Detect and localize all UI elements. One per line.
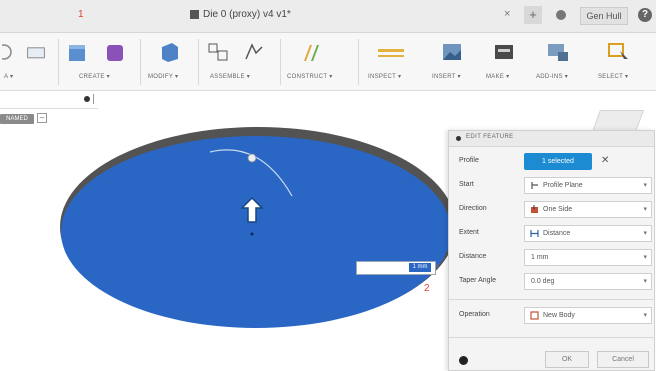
help-icon[interactable]: ? <box>638 8 652 22</box>
toolbar-label-modify: MODIFY ▾ <box>148 74 179 80</box>
chevron-down-icon: ▾ <box>643 230 647 237</box>
taper-angle-field[interactable]: 0.0 deg ▾ <box>524 273 652 290</box>
panel-bullet-icon <box>456 136 461 141</box>
operation-row: Operation New Body ▾ <box>449 305 654 327</box>
toolbar-label-make: MAKE ▾ <box>486 74 510 80</box>
direction-label: Direction <box>459 205 487 212</box>
assemble-icon <box>208 43 228 61</box>
operation-label: Operation <box>459 311 490 318</box>
distance-canvas-value[interactable]: 1 mm <box>409 263 431 272</box>
modify-icon <box>162 43 178 62</box>
insert-image-icon <box>443 44 461 60</box>
panel-header[interactable]: EDIT FEATURE <box>449 131 654 147</box>
chevron-down-icon: ▾ <box>643 182 647 189</box>
browser-header[interactable] <box>0 91 98 109</box>
document-title: Die 0 (proxy) v4 v1* <box>203 9 291 20</box>
direction-select[interactable]: One Side ▾ <box>524 201 652 218</box>
document-tab[interactable]: Die 0 (proxy) v4 v1* <box>190 9 291 20</box>
online-status-icon[interactable] <box>556 10 566 20</box>
form-icon <box>107 45 123 61</box>
chevron-down-icon: ▾ <box>643 206 647 213</box>
one-side-icon <box>531 205 538 213</box>
ok-button[interactable]: OK <box>545 351 589 368</box>
distance-field[interactable]: 1 mm ▾ <box>524 249 652 266</box>
user-account-button[interactable]: Gen Hull <box>580 7 628 25</box>
annotation-1: 1 <box>78 9 84 20</box>
taper-angle-value[interactable]: 0.0 deg <box>531 278 554 285</box>
rotation-handle[interactable] <box>247 153 257 163</box>
distance-dropdown-icon[interactable]: ▾ <box>436 262 444 272</box>
create-box-icon <box>69 45 85 61</box>
toolbar-label-add-ins: ADD-INS ▾ <box>536 74 569 80</box>
chevron-down-icon: ▾ <box>643 312 647 319</box>
toolbar-label-select: SELECT ▾ <box>598 74 629 80</box>
start-value: Profile Plane <box>543 182 583 189</box>
clear-selection-icon[interactable]: ✕ <box>601 155 609 166</box>
toolbar-label-construct: CONSTRUCT ▾ <box>287 74 333 80</box>
start-select[interactable]: Profile Plane ▾ <box>524 177 652 194</box>
distance-icon <box>530 230 539 237</box>
joint-icon <box>245 43 263 60</box>
chevron-down-icon[interactable]: ▾ <box>643 277 647 285</box>
cancel-button[interactable]: Cancel <box>597 351 649 368</box>
panel-divider <box>449 299 654 300</box>
panel-divider <box>449 337 654 338</box>
viewcube-top-face[interactable] <box>591 110 645 132</box>
operation-select[interactable]: New Body ▾ <box>524 307 652 324</box>
extent-select[interactable]: Distance ▾ <box>524 225 652 242</box>
visibility-icon[interactable] <box>84 96 90 102</box>
start-label: Start <box>459 181 474 188</box>
direction-row: Direction One Side ▾ <box>449 199 654 221</box>
profile-select-button[interactable]: 1 selected <box>524 153 592 170</box>
toolbar-divider <box>280 39 281 85</box>
profile-row: Profile 1 selected ✕ <box>449 151 654 173</box>
inspect-icon <box>378 49 404 57</box>
operation-value: New Body <box>543 312 575 319</box>
extent-label: Extent <box>459 229 479 236</box>
toolbar: A ▾ CREATE ▾ MODIFY ▾ ASSEMBLE ▾ CONSTRU… <box>0 33 656 91</box>
profile-origin <box>250 232 254 236</box>
distance-label: Distance <box>459 253 487 260</box>
panel-title: EDIT FEATURE <box>466 134 514 140</box>
taper-angle-row: Taper Angle 0.0 deg ▾ <box>449 271 654 293</box>
new-tab-button[interactable]: + <box>524 6 542 24</box>
toolbar-divider <box>358 39 359 85</box>
viewcube[interactable] <box>591 106 645 132</box>
profile-label: Profile <box>459 157 479 164</box>
info-icon[interactable] <box>459 356 468 365</box>
document-icon <box>190 10 199 19</box>
taper-angle-label: Taper Angle <box>459 277 496 284</box>
toolbar-label-inspect: INSPECT ▾ <box>368 74 402 80</box>
start-row: Start Profile Plane ▾ <box>449 175 654 197</box>
solid-icon <box>2 44 12 60</box>
toolbar-label-assemble: ASSEMBLE ▾ <box>210 74 251 80</box>
distance-row: Distance 1 mm ▾ <box>449 247 654 269</box>
distance-value[interactable]: 1 mm <box>531 254 549 261</box>
extrude-panel: EDIT FEATURE Profile 1 selected ✕ Start … <box>448 130 655 371</box>
construct-plane-icon <box>304 45 319 61</box>
annotation-2: 2 <box>424 283 430 294</box>
toolbar-divider <box>58 39 59 85</box>
direction-value: One Side <box>543 206 573 213</box>
sketch-icon <box>27 47 45 59</box>
select-icon <box>608 43 628 59</box>
toolbar-label-insert: INSERT ▾ <box>432 74 461 80</box>
extent-value: Distance <box>543 230 571 237</box>
divider <box>93 94 94 104</box>
close-tab-button[interactable]: × <box>504 8 510 20</box>
new-body-icon <box>530 311 539 320</box>
chevron-down-icon[interactable]: ▾ <box>643 253 647 261</box>
distance-canvas-input[interactable]: 1 mm <box>356 261 436 275</box>
toolbar-divider <box>198 39 199 85</box>
disc-profile[interactable] <box>61 136 451 328</box>
extent-row: Extent Distance ▾ <box>449 223 654 245</box>
title-bar: 1 Die 0 (proxy) v4 v1* × + Gen Hull ? <box>0 0 656 33</box>
toolbar-divider <box>140 39 141 85</box>
profile-plane-icon <box>531 182 538 189</box>
toolbar-label-create: CREATE ▾ <box>79 74 110 80</box>
make-icon <box>495 45 513 59</box>
toolbar-label-solid: A ▾ <box>4 74 14 80</box>
add-ins-icon <box>548 44 568 61</box>
